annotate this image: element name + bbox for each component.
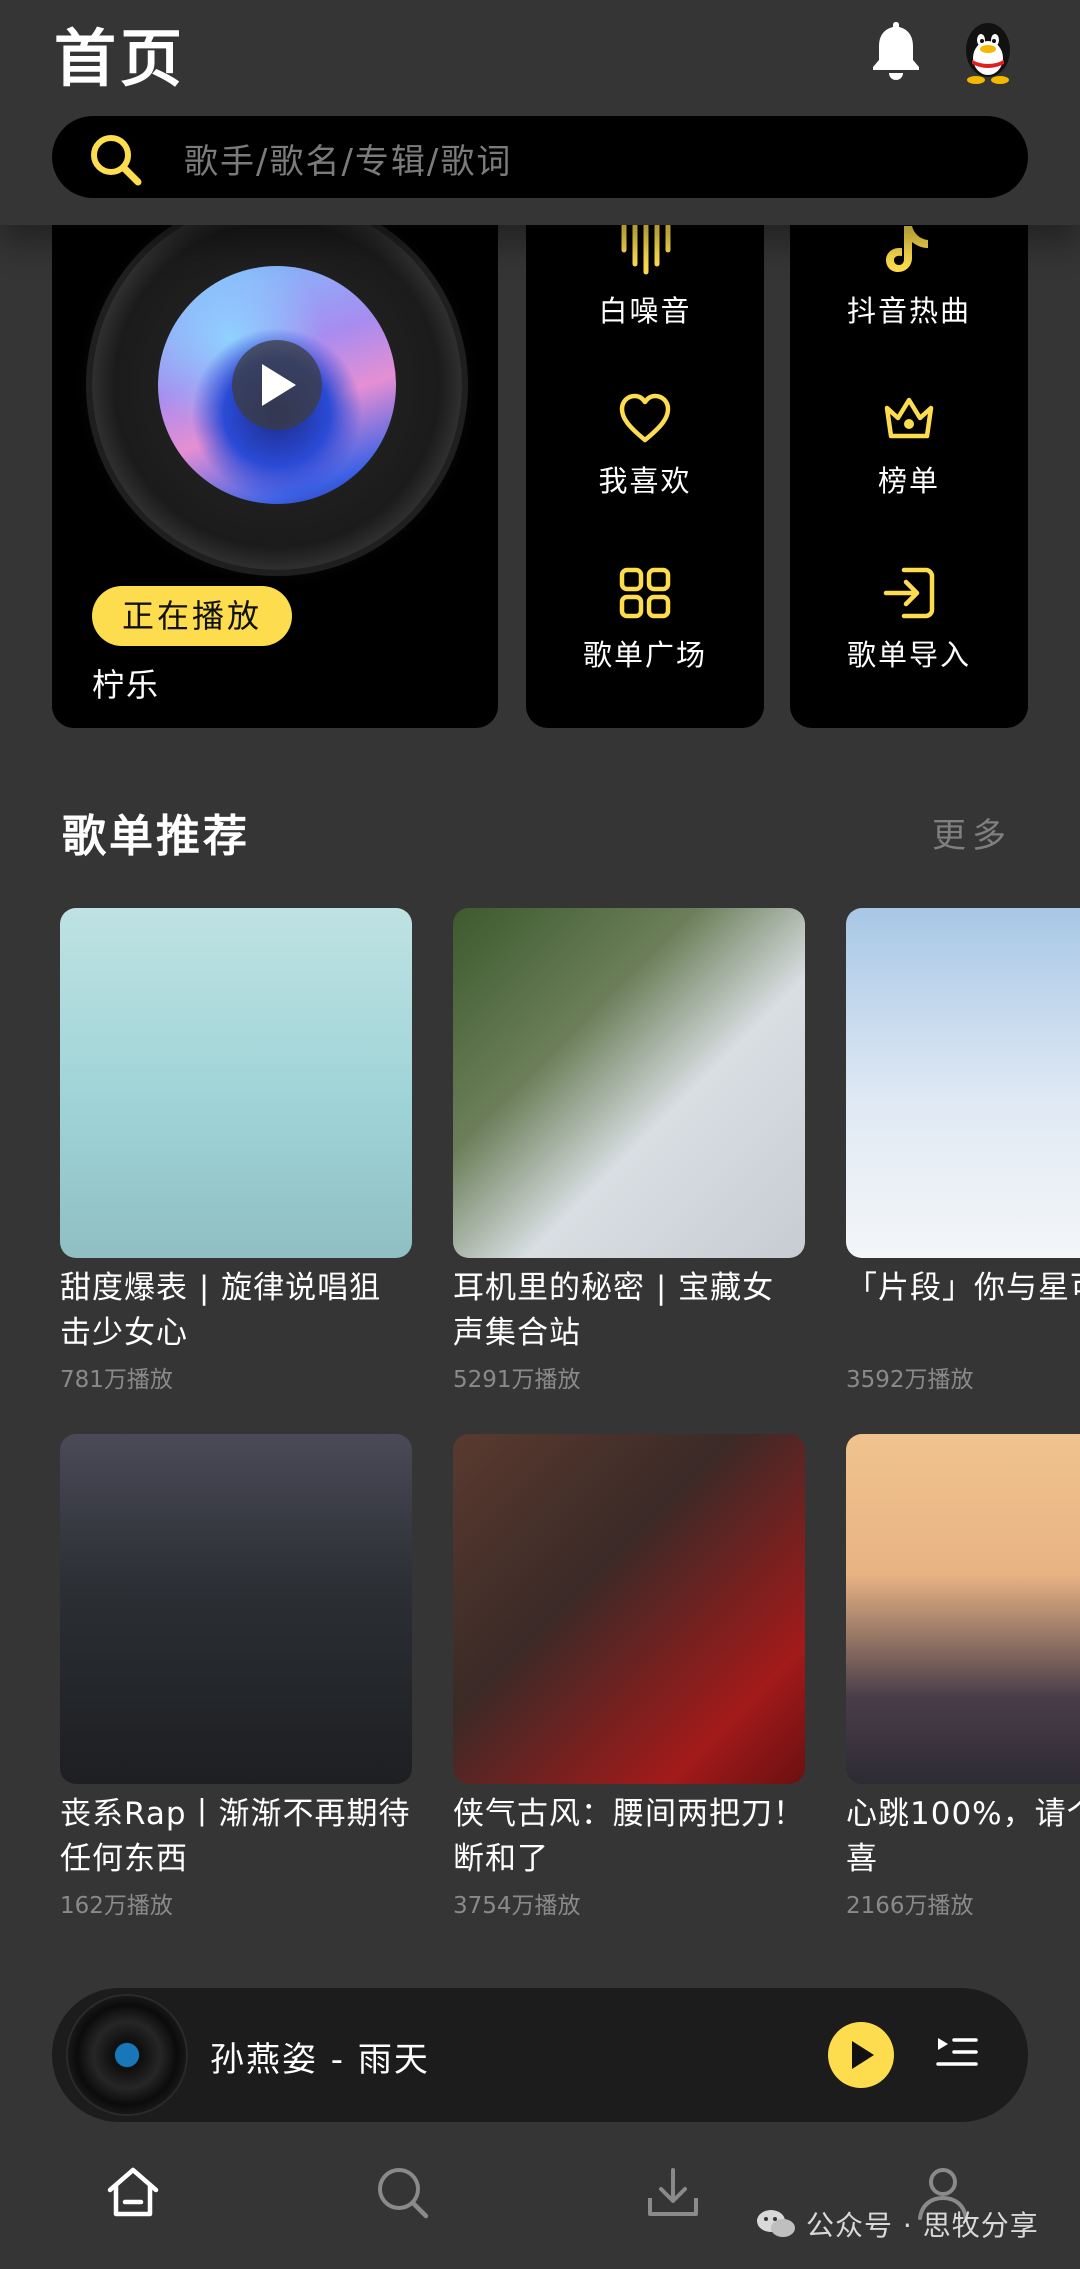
shortcut-label: 歌单导入 xyxy=(846,638,971,672)
playlist-cover[interactable] xyxy=(846,908,1080,1258)
shortcut-label: 榜单 xyxy=(877,464,940,498)
shortcut-playlist-square[interactable]: 歌单广场 xyxy=(526,566,764,716)
shortcut-column-right: 抖音热曲 榜单 歌单导入 xyxy=(790,150,1028,728)
shortcut-charts[interactable]: 榜单 xyxy=(790,392,1028,542)
now-playing-badge: 正在播放 xyxy=(92,586,293,646)
playlist-card[interactable]: 耳机里的秘密 | 宝藏女声集合站 5291万播放 xyxy=(453,908,805,1394)
playlist-play-count: 162万播放 xyxy=(60,1893,173,1919)
shortcut-favorites[interactable]: 我喜欢 xyxy=(526,392,764,542)
vinyl-record[interactable] xyxy=(92,200,462,570)
now-playing-title: 柠乐 xyxy=(92,666,161,704)
playlist-title: 甜度爆表 | 旋律说唱狙击少女心 xyxy=(60,1270,382,1351)
queue-icon[interactable] xyxy=(934,2032,980,2078)
crown-icon xyxy=(884,397,934,439)
play-button[interactable] xyxy=(828,2022,894,2088)
play-icon[interactable] xyxy=(232,340,322,430)
playlist-cover[interactable] xyxy=(60,908,412,1258)
playlist-play-count: 781万播放 xyxy=(60,1367,173,1393)
playlist-card[interactable]: 「片段」你与星可及 3592万播放 xyxy=(846,908,1080,1394)
playlist-title: 丧系Rap丨渐渐不再期待任何东西 xyxy=(60,1796,411,1877)
watermark-text: 公众号 · 思牧分享 xyxy=(806,2209,1039,2242)
play-icon xyxy=(852,2041,874,2069)
playlist-play-count: 3592万播放 xyxy=(846,1367,974,1393)
avatar[interactable] xyxy=(960,20,1016,84)
playlist-play-count: 2166万播放 xyxy=(846,1893,974,1919)
more-link[interactable]: 更多 xyxy=(932,808,1012,857)
playlist-play-count: 5291万播放 xyxy=(453,1367,581,1393)
header: 首页 歌手/歌名/专辑/歌词 xyxy=(0,0,1080,225)
home-icon[interactable] xyxy=(104,2164,162,2222)
grid-icon xyxy=(619,567,671,619)
waveform-icon xyxy=(621,223,671,275)
search-icon xyxy=(91,135,142,186)
search-bar[interactable]: 歌手/歌名/专辑/歌词 xyxy=(52,116,1028,198)
playlist-cover[interactable] xyxy=(453,1434,805,1784)
shortcut-import-playlist[interactable]: 歌单导入 xyxy=(790,566,1028,716)
wechat-icon xyxy=(757,2210,795,2237)
shortcut-white-noise[interactable]: 白噪音 xyxy=(526,222,764,372)
page-title: 首页 xyxy=(54,22,187,95)
tiktok-note-icon xyxy=(886,226,928,272)
home-screen: 正在播放 柠乐 白噪音 我喜欢 歌单广场 抖音热曲 榜单 歌单导入 首页 歌手/… xyxy=(0,0,1080,2269)
playlist-title: 耳机里的秘密 | 宝藏女声集合站 xyxy=(453,1270,775,1351)
heart-icon xyxy=(619,393,671,443)
playlist-card[interactable]: 心跳100%，请个甜蜜惊喜 2166万播放 xyxy=(846,1434,1080,1920)
mini-player[interactable]: 孙燕姿 - 雨天 xyxy=(52,1988,1028,2122)
shortcut-column-left: 白噪音 我喜欢 歌单广场 xyxy=(526,150,764,728)
playlist-card[interactable]: 丧系Rap丨渐渐不再期待任何东西 162万播放 xyxy=(60,1434,412,1920)
playlist-cover[interactable] xyxy=(60,1434,412,1784)
search-placeholder[interactable]: 歌手/歌名/专辑/歌词 xyxy=(184,134,512,183)
playlist-cover[interactable] xyxy=(846,1434,1080,1784)
mini-player-track[interactable]: 孙燕姿 - 雨天 xyxy=(210,2032,430,2081)
shortcut-label: 我喜欢 xyxy=(598,464,692,498)
playlist-title: 侠气古风：腰间两把刀！断和了 xyxy=(453,1796,805,1877)
playlist-cover[interactable] xyxy=(453,908,805,1258)
playlist-title: 「片段」你与星可及 xyxy=(846,1270,1080,1306)
search-icon[interactable] xyxy=(374,2164,432,2222)
download-icon[interactable] xyxy=(644,2164,702,2222)
bell-icon[interactable] xyxy=(868,18,924,82)
import-icon xyxy=(883,567,935,619)
now-playing-card[interactable]: 正在播放 柠乐 xyxy=(52,150,498,728)
playlist-play-count: 3754万播放 xyxy=(453,1893,581,1919)
mini-player-disc[interactable] xyxy=(68,1996,186,2114)
playlist-card[interactable]: 侠气古风：腰间两把刀！断和了 3754万播放 xyxy=(453,1434,805,1920)
shortcut-label: 白噪音 xyxy=(598,294,692,328)
shortcut-label: 抖音热曲 xyxy=(846,294,971,328)
shortcut-label: 歌单广场 xyxy=(582,638,707,672)
shortcut-douyin-hits[interactable]: 抖音热曲 xyxy=(790,222,1028,372)
playlist-title: 心跳100%，请个甜蜜惊喜 xyxy=(846,1796,1080,1877)
playlist-card[interactable]: 甜度爆表 | 旋律说唱狙击少女心 781万播放 xyxy=(60,908,412,1394)
section-title: 歌单推荐 xyxy=(62,811,250,862)
